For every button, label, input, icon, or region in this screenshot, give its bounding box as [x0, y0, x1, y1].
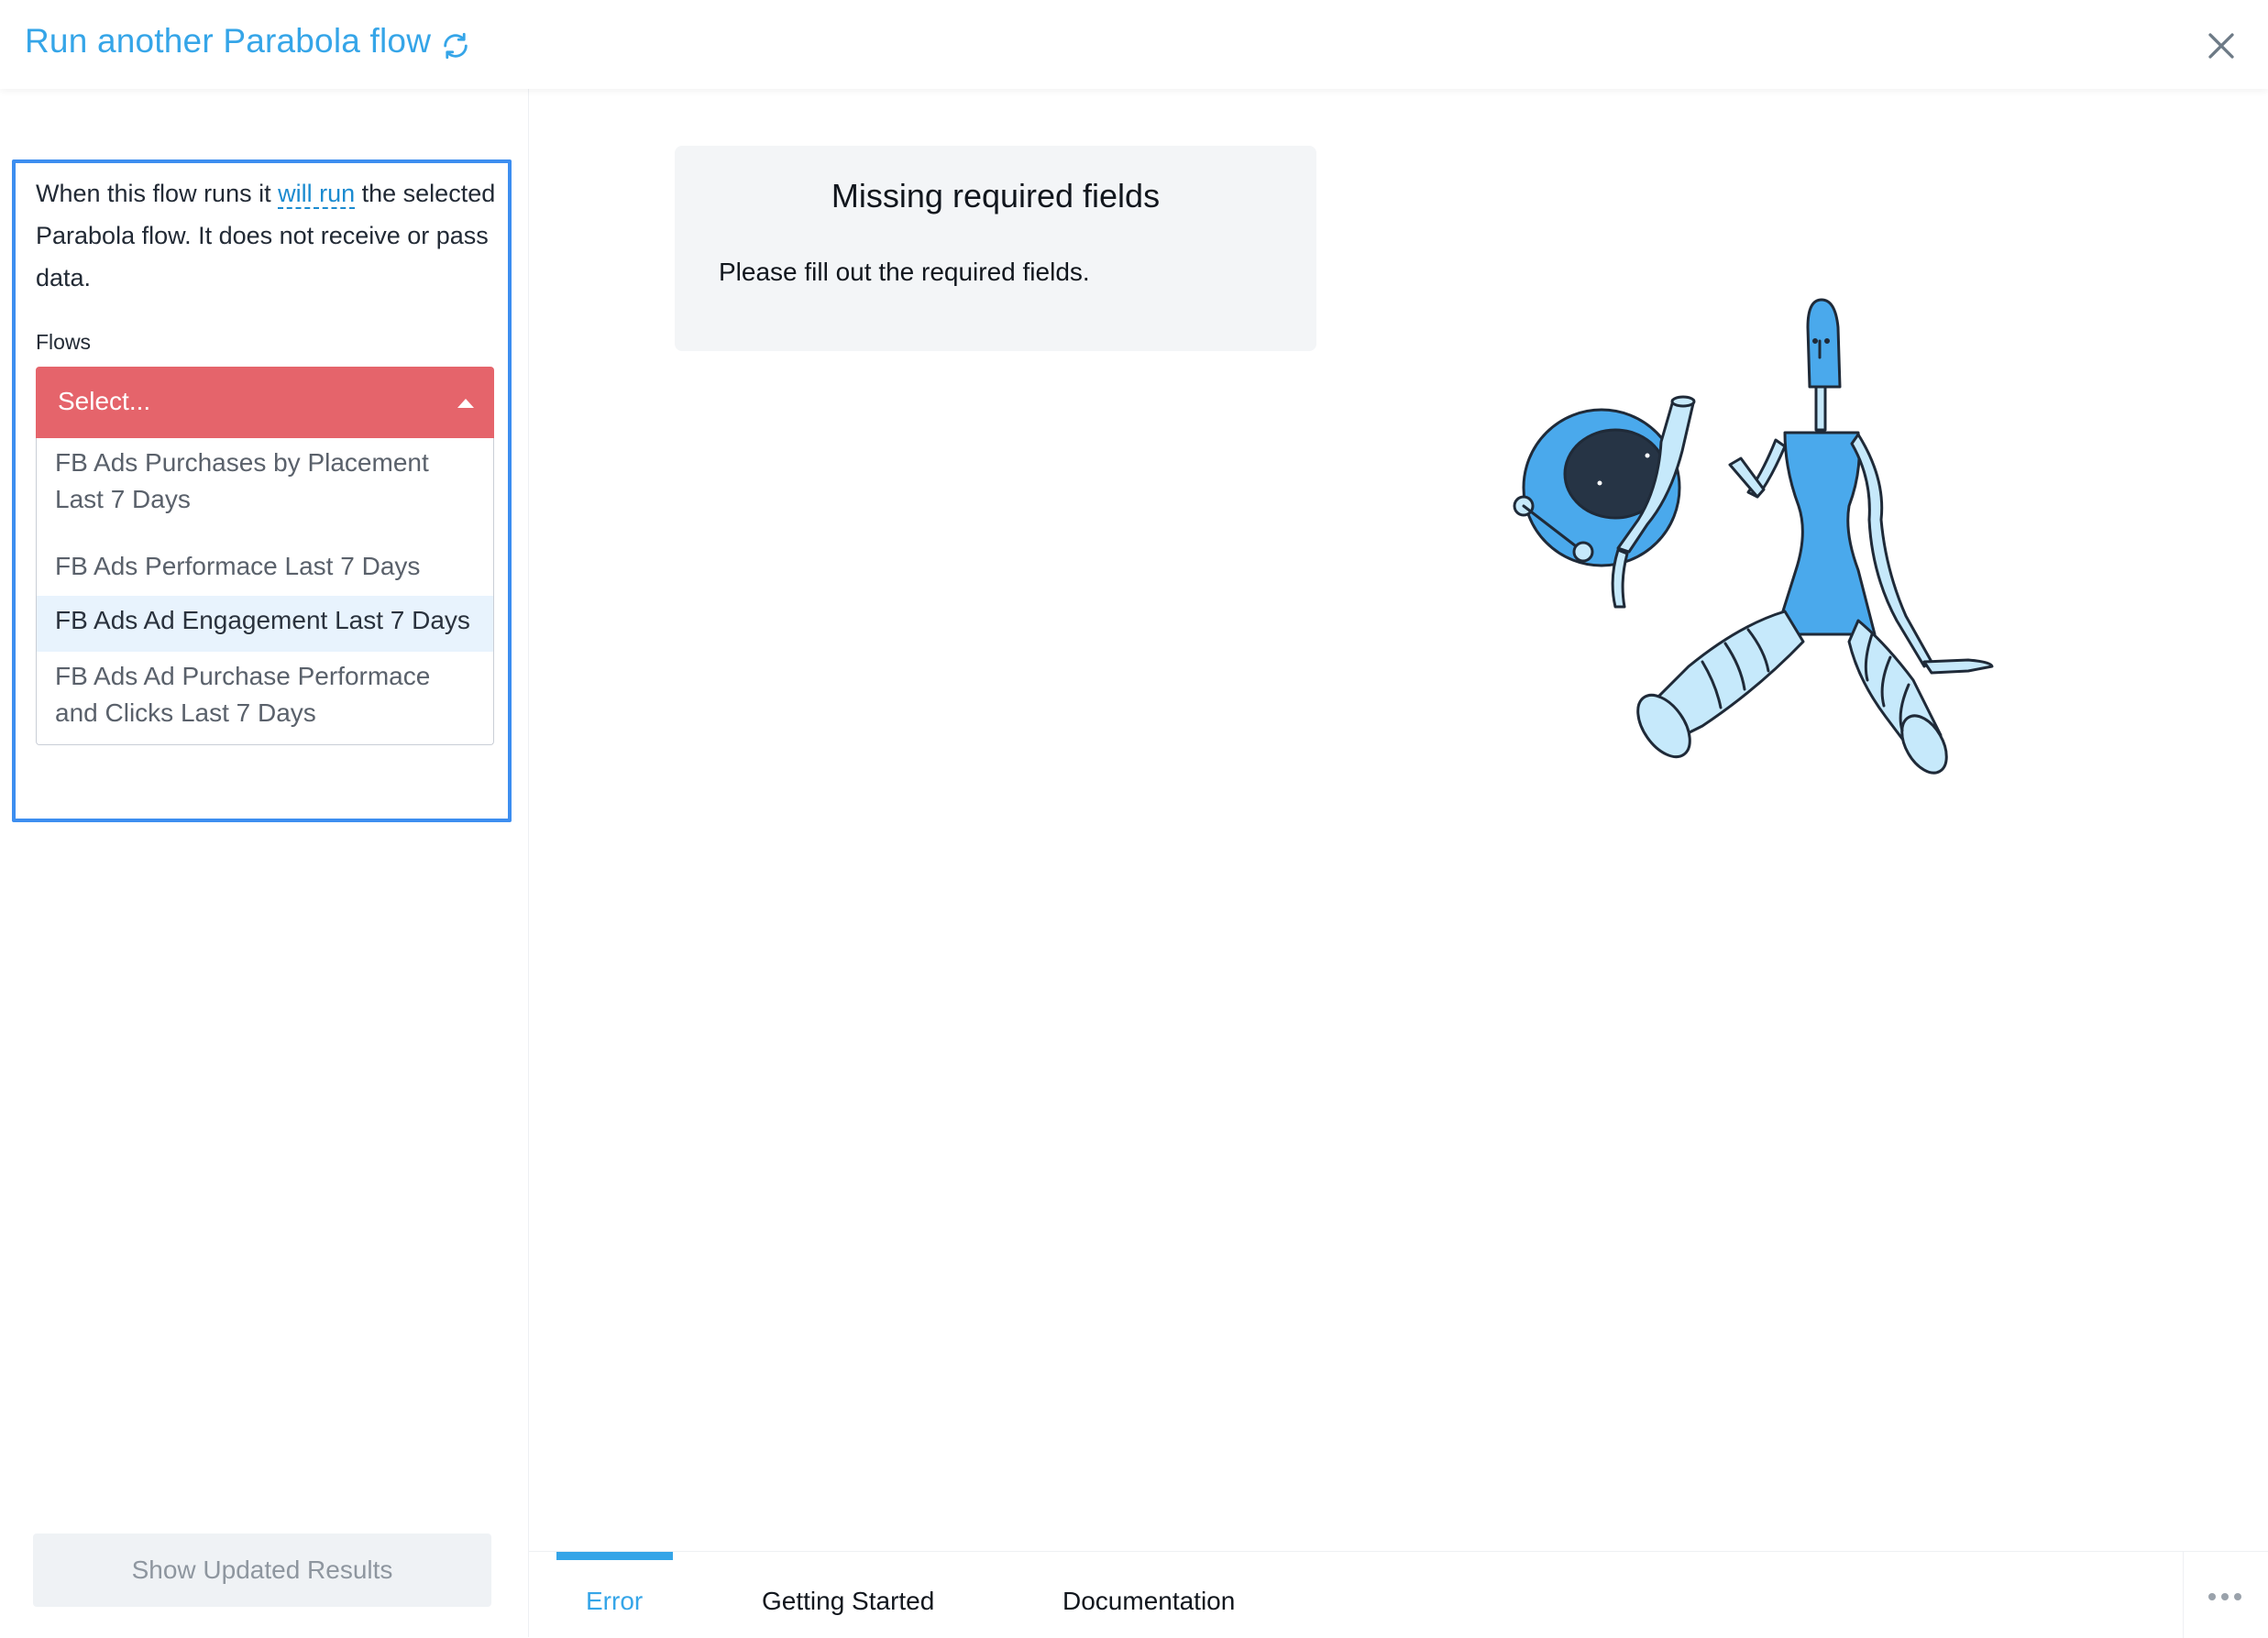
header-bar: Run another Parabola flow	[0, 0, 2268, 89]
tab-documentation[interactable]: Documentation	[1062, 1587, 1235, 1616]
dropdown-option[interactable]: FB Ads Performace Last 7 Days	[37, 531, 493, 596]
dropdown-option-highlighted[interactable]: FB Ads Ad Engagement Last 7 Days	[37, 596, 493, 652]
bottom-tab-bar: Error Getting Started Documentation	[529, 1551, 2268, 1638]
more-horizontal-icon[interactable]	[2208, 1589, 2247, 1605]
close-icon[interactable]	[2205, 29, 2238, 62]
page-title: Run another Parabola flow	[25, 22, 432, 60]
show-updated-results-button[interactable]: Show Updated Results	[33, 1534, 491, 1607]
will-run-link[interactable]: will run	[278, 180, 356, 209]
tab-error[interactable]: Error	[586, 1587, 643, 1616]
robot-illustration	[1513, 298, 1994, 775]
caret-up-icon	[457, 399, 474, 408]
settings-sidebar: When this flow runs it will run the sele…	[0, 89, 529, 1637]
error-title: Missing required fields	[831, 177, 1161, 214]
main-panel: Missing required fields Please fill out …	[529, 89, 2268, 1551]
flows-select[interactable]: Select...	[36, 367, 494, 438]
flow-description: When this flow runs it will run the sele…	[36, 172, 503, 299]
refresh-icon[interactable]	[440, 30, 471, 61]
dropdown-option[interactable]: FB Ads Purchases by Placement Last 7 Day…	[37, 438, 493, 531]
active-tab-indicator	[556, 1552, 673, 1560]
error-message: Please fill out the required fields.	[719, 258, 1090, 286]
error-card: Missing required fields Please fill out …	[675, 146, 1316, 351]
tab-getting-started[interactable]: Getting Started	[762, 1587, 934, 1616]
flows-dropdown-list: FB Ads Purchases by Placement Last 7 Day…	[36, 438, 494, 745]
dropdown-option[interactable]: FB Ads Ad Purchase Performace and Clicks…	[37, 652, 493, 744]
select-placeholder: Select...	[58, 387, 151, 415]
tab-bar-divider	[2183, 1552, 2184, 1638]
flows-label: Flows	[36, 330, 92, 354]
flow-config-box: When this flow runs it will run the sele…	[12, 159, 512, 822]
description-text-start: When this flow runs it	[36, 180, 279, 207]
